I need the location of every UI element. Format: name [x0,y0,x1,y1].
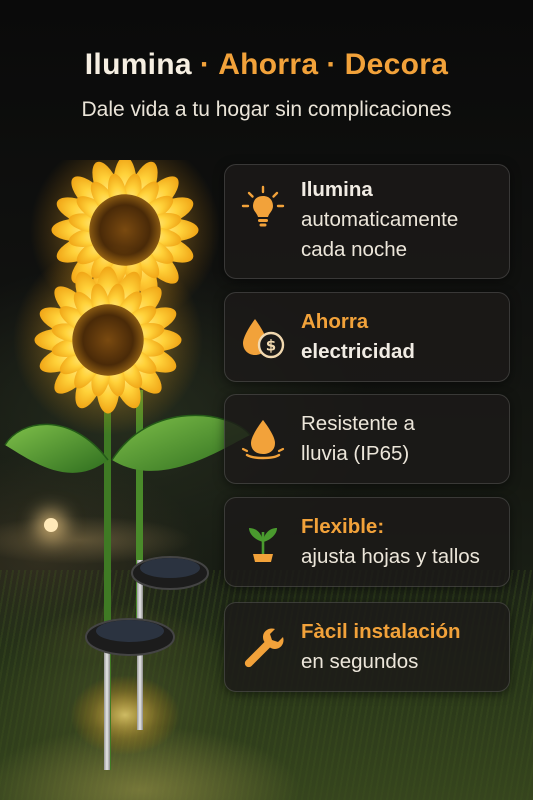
sprout-icon [249,528,277,562]
light-bulb-icon [241,185,285,227]
feature-resistente-line2: lluvia (IP65) [301,442,410,465]
title-ahorra: Ahorra [218,48,319,81]
water-drop-coin-icon: $ [243,319,285,359]
feature-flexible-line2: ajusta hojas y tallos [301,545,480,568]
solar-panel-lower [85,618,175,656]
feature-card-ilumina: Ilumina automaticamente cada noche [224,164,510,279]
feature-ilumina-line3: cada noche [301,238,408,261]
feature-card-flexible: Flexible: ajusta hojas y tallos [224,497,510,587]
feature-card-resistente: Resistente a lluvia (IP65) [224,394,510,484]
title-ilumina: Ilumina [84,48,192,81]
feature-ahorra-title: Ahorra [301,310,369,333]
page-subtitle: Dale vida a tu hogar sin complicaciones [81,98,452,121]
feature-card-ahorra: $ Ahorra electricidad [224,292,510,382]
water-drop-icon [241,420,285,460]
title-separator: · [199,48,211,81]
feature-instalacion-title: Fàcil instalación [301,620,461,643]
feature-card-instalacion: Fàcil instalación en segundos [224,602,510,692]
page-title: Ilumina · Ahorra · Decora [0,48,533,82]
feature-ilumina-line2: automaticamente [301,208,459,231]
title-decora: Decora [344,48,449,81]
feature-instalacion-line2: en segundos [301,650,419,673]
feature-ilumina-title: Ilumina [301,178,373,201]
solar-panel-upper [131,556,209,590]
wrench-icon [244,628,284,668]
feature-flexible-title: Flexible: [301,515,385,538]
title-separator: · [326,48,337,81]
svg-text:$: $ [266,337,276,355]
feature-ahorra-line2: electricidad [301,340,415,363]
feature-resistente-line1: Resistente a [301,412,415,435]
